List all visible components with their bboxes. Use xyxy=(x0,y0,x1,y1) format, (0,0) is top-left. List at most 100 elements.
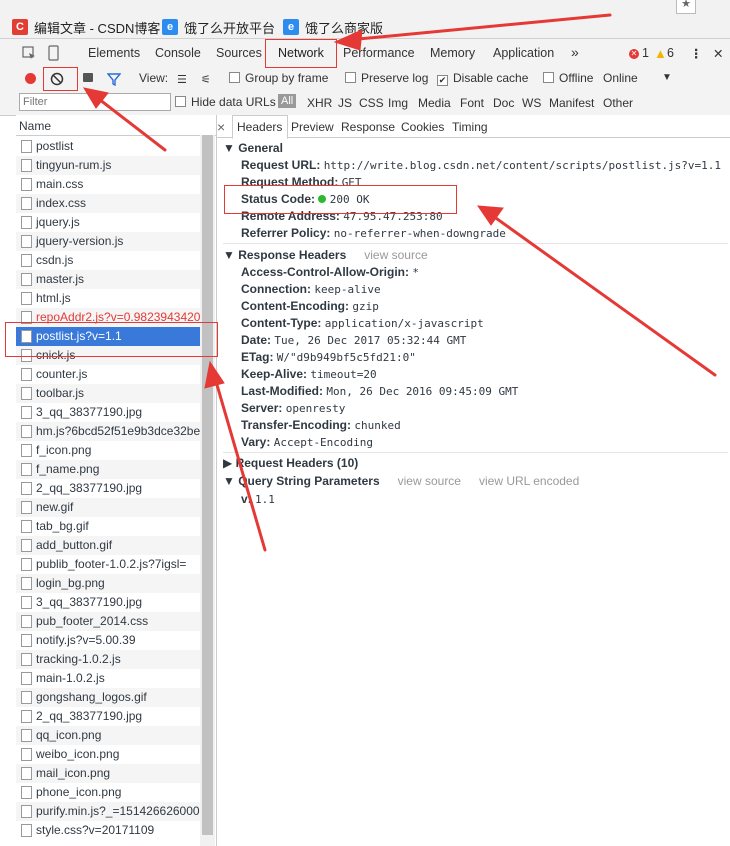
file-icon xyxy=(21,273,32,286)
disable-cache-checkbox[interactable]: ✔ Disable cache xyxy=(437,71,528,86)
request-row[interactable]: csdn.js xyxy=(16,251,200,270)
header-key: Last-Modified: xyxy=(241,384,323,398)
filter-type-media[interactable]: Media xyxy=(418,96,451,110)
bookmark-eleme-open[interactable]: e 饿了么开放平台 xyxy=(162,18,275,36)
record-icon[interactable] xyxy=(25,73,36,84)
request-row[interactable]: 2_qq_38377190.jpg xyxy=(16,479,200,498)
tab-cookies[interactable]: Cookies xyxy=(401,120,444,134)
error-count[interactable]: 1 xyxy=(642,46,649,60)
waterfall-overview-icon[interactable]: ⚟ xyxy=(201,73,211,86)
request-row[interactable]: new.gif xyxy=(16,498,200,517)
request-list-header[interactable]: Name xyxy=(16,115,216,136)
screenshot-camera-icon[interactable] xyxy=(83,73,93,82)
filter-type-img[interactable]: Img xyxy=(388,96,408,110)
header-key: Request URL: xyxy=(241,158,321,172)
filter-input[interactable] xyxy=(19,93,171,111)
request-row[interactable]: style.css?v=20171109 xyxy=(16,821,200,840)
more-tabs-button[interactable]: » xyxy=(571,44,579,60)
request-row[interactable]: toolbar.js xyxy=(16,384,200,403)
filter-type-all[interactable]: All xyxy=(278,94,297,108)
view-source-link[interactable]: view source xyxy=(398,474,461,488)
devtools-menu-icon[interactable]: ⋮ xyxy=(690,46,703,61)
hide-data-urls-checkbox[interactable]: Hide data URLs xyxy=(175,95,276,109)
request-row[interactable]: qq_icon.png xyxy=(16,726,200,745)
request-row[interactable]: pub_footer_2014.css xyxy=(16,612,200,631)
tab-memory[interactable]: Memory xyxy=(430,46,475,60)
tab-preview[interactable]: Preview xyxy=(291,120,334,134)
query-string-section-header[interactable]: ▼ Query String Parameters view source view… xyxy=(223,474,579,488)
star-icon[interactable]: ★ xyxy=(676,0,696,14)
request-row[interactable]: index.css xyxy=(16,194,200,213)
request-row[interactable]: counter.js xyxy=(16,365,200,384)
throttling-select[interactable]: Online xyxy=(603,71,638,85)
filter-type-manifest[interactable]: Manifest xyxy=(549,96,594,110)
view-source-link[interactable]: view source xyxy=(364,248,427,262)
filter-type-other[interactable]: Other xyxy=(603,96,633,110)
request-row[interactable]: tab_bg.gif xyxy=(16,517,200,536)
file-icon xyxy=(21,672,32,685)
request-row[interactable]: main-1.0.2.js xyxy=(16,669,200,688)
request-row[interactable]: 3_qq_38377190.jpg xyxy=(16,403,200,422)
request-row[interactable]: add_button.gif xyxy=(16,536,200,555)
request-row[interactable]: weibo_icon.png xyxy=(16,745,200,764)
tab-performance[interactable]: Performance xyxy=(343,46,415,60)
warning-count[interactable]: 6 xyxy=(667,46,674,60)
filter-icon[interactable] xyxy=(107,72,121,86)
request-row[interactable]: postlist xyxy=(16,137,200,156)
request-row[interactable]: main.css xyxy=(16,175,200,194)
request-row[interactable]: html.js xyxy=(16,289,200,308)
filter-type-ws[interactable]: WS xyxy=(522,96,541,110)
request-row[interactable]: purify.min.js?_=151426626000 xyxy=(16,802,200,821)
request-row[interactable]: notify.js?v=5.00.39 xyxy=(16,631,200,650)
tab-sources[interactable]: Sources xyxy=(216,46,262,60)
request-row[interactable]: f_name.png xyxy=(16,460,200,479)
request-row[interactable]: tracking-1.0.2.js xyxy=(16,650,200,669)
filter-type-doc[interactable]: Doc xyxy=(493,96,514,110)
response-headers-section-header[interactable]: ▼ Response Headers view source xyxy=(223,248,428,262)
device-toolbar-icon[interactable] xyxy=(47,45,61,61)
request-row[interactable]: jquery.js xyxy=(16,213,200,232)
request-name: purify.min.js?_=151426626000 xyxy=(36,804,200,818)
file-icon xyxy=(21,406,32,419)
request-row[interactable]: gongshang_logos.gif xyxy=(16,688,200,707)
request-row[interactable]: mail_icon.png xyxy=(16,764,200,783)
general-section-header[interactable]: ▼ General xyxy=(223,141,283,155)
filter-type-js[interactable]: JS xyxy=(338,96,352,110)
scrollbar-thumb[interactable] xyxy=(202,135,213,835)
request-row[interactable]: f_icon.png xyxy=(16,441,200,460)
group-by-frame-checkbox[interactable]: Group by frame xyxy=(229,71,328,85)
request-row[interactable]: login_bg.png xyxy=(16,574,200,593)
preserve-log-checkbox[interactable]: Preserve log xyxy=(345,71,428,85)
tab-console[interactable]: Console xyxy=(155,46,201,60)
response-header-row: Server: openresty xyxy=(241,401,345,415)
tab-headers[interactable]: Headers xyxy=(237,120,282,134)
request-row[interactable]: publib_footer-1.0.2.js?7igsl= xyxy=(16,555,200,574)
inspect-element-icon[interactable] xyxy=(22,46,36,60)
view-url-encoded-link[interactable]: view URL encoded xyxy=(479,474,579,488)
close-devtools-icon[interactable]: ✕ xyxy=(713,46,723,61)
filter-type-font[interactable]: Font xyxy=(460,96,484,110)
checkbox-checked-icon: ✔ xyxy=(437,75,448,86)
request-headers-section-header[interactable]: ▶ Request Headers (10) xyxy=(223,456,358,470)
checkbox-icon xyxy=(543,72,554,83)
request-row[interactable]: phone_icon.png xyxy=(16,783,200,802)
request-row[interactable]: 3_qq_38377190.jpg xyxy=(16,593,200,612)
tab-application[interactable]: Application xyxy=(493,46,554,60)
filter-type-xhr[interactable]: XHR xyxy=(307,96,332,110)
filter-type-css[interactable]: CSS xyxy=(359,96,384,110)
bookmark-csdn[interactable]: C 编辑文章 - CSDN博客 xyxy=(12,18,160,36)
close-icon[interactable]: × xyxy=(217,119,225,135)
chevron-down-icon[interactable]: ▼ xyxy=(662,72,672,83)
request-row[interactable]: 2_qq_38377190.jpg xyxy=(16,707,200,726)
request-row[interactable]: hm.js?6bcd52f51e9b3dce32bec xyxy=(16,422,200,441)
bookmark-eleme-merchant[interactable]: e 饿了么商家版 xyxy=(283,18,383,36)
tab-elements[interactable]: Elements xyxy=(88,46,140,60)
bookmark-label: 饿了么商家版 xyxy=(305,20,384,36)
offline-checkbox[interactable]: Offline xyxy=(543,71,593,85)
large-rows-icon[interactable]: ☰ xyxy=(177,73,187,86)
tab-timing[interactable]: Timing xyxy=(452,120,488,134)
tab-response[interactable]: Response xyxy=(341,120,395,134)
request-row[interactable]: tingyun-rum.js xyxy=(16,156,200,175)
request-row[interactable]: jquery-version.js xyxy=(16,232,200,251)
request-row[interactable]: master.js xyxy=(16,270,200,289)
